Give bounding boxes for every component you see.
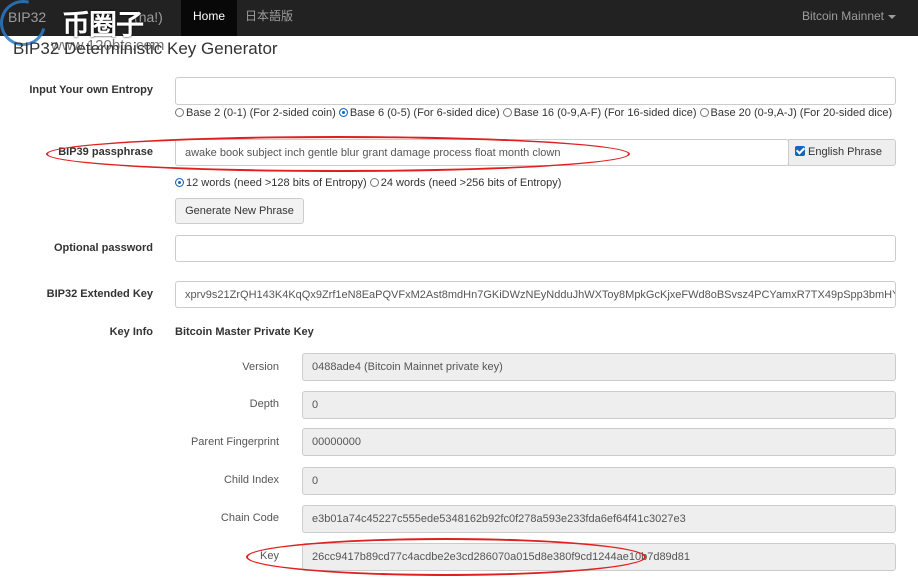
base-2-label: Base 2 (0-1) (For 2-sided coin) <box>186 107 336 119</box>
radio-icon[interactable] <box>175 108 184 117</box>
key-info-label: Key Info <box>109 326 153 338</box>
network-label: Bitcoin Mainnet <box>801 9 884 23</box>
parent-fingerprint-label: Parent Fingerprint <box>190 436 279 448</box>
depth-field[interactable]: 0 <box>302 391 896 419</box>
extended-key-label: BIP32 Extended Key <box>46 288 153 300</box>
navbar: BIP32 (na!) 币圈子 Home 日本語版 Bitcoin Mainne… <box>0 0 918 55</box>
passphrase-input[interactable]: awake book subject inch gentle blur gran… <box>175 139 789 166</box>
generate-phrase-button[interactable]: Generate New Phrase <box>175 198 304 224</box>
key-label: Key <box>260 550 279 562</box>
parent-fingerprint-field[interactable]: 00000000 <box>302 428 896 456</box>
optional-password-input[interactable] <box>175 235 896 262</box>
version-field[interactable]: 0488ade4 (Bitcoin Mainnet private key) <box>302 353 896 381</box>
entropy-label: Input Your own Entropy <box>29 84 153 96</box>
child-index-label: Child Index <box>223 474 279 486</box>
tab-home[interactable]: Home <box>181 0 238 36</box>
child-index-field[interactable]: 0 <box>302 467 896 495</box>
radio-icon[interactable] <box>699 108 709 117</box>
base-16-label: Base 16 (0-9,A-F) (For 16-sided dice) <box>513 107 697 119</box>
english-phrase-label: English Phrase <box>808 146 882 158</box>
entropy-base-options: Base 2 (0-1) (For 2-sided coin) Base 6 (… <box>175 107 892 119</box>
checkbox-checked-icon[interactable] <box>795 146 805 156</box>
radio-selected-icon[interactable] <box>338 108 348 117</box>
chevron-down-icon <box>888 14 896 19</box>
english-phrase-toggle[interactable]: English Phrase <box>788 139 896 166</box>
version-label: Version <box>242 361 279 373</box>
watermark-url: www.120btc.com <box>51 37 165 54</box>
passphrase-label: BIP39 passphrase <box>58 146 153 158</box>
radio-selected-icon[interactable] <box>175 178 184 187</box>
extended-key-input[interactable]: xprv9s21ZrQH143K4KqQx9Zrf1eN8EaPQVFxM2As… <box>175 281 896 308</box>
optional-password-label: Optional password <box>53 242 153 254</box>
tab-japanese[interactable]: 日本語版 <box>233 0 305 36</box>
key-field[interactable]: 26cc9417b89cd77c4acdbe2e3cd286070a015d8e… <box>302 543 896 571</box>
key-info-heading: Bitcoin Master Private Key <box>175 326 314 338</box>
entropy-input[interactable] <box>175 77 896 105</box>
chain-code-label: Chain Code <box>220 512 279 524</box>
radio-icon[interactable] <box>369 178 379 187</box>
24-words-label: 24 words (need >256 bits of Entropy) <box>380 177 562 189</box>
chain-code-field[interactable]: e3b01a74c45227c555ede5348162b92fc0f278a5… <box>302 505 896 533</box>
base-20-option[interactable]: Base 20 (0-9,A-J) (For 20-sided dice) <box>699 107 893 119</box>
page-title: BIP32 Deterministic Key Generator www.12… <box>13 37 278 59</box>
depth-label: Depth <box>249 398 279 410</box>
base-6-label: Base 6 (0-5) (For 6-sided dice) <box>349 107 500 119</box>
base-6-option[interactable]: Base 6 (0-5) (For 6-sided dice) <box>338 107 500 119</box>
word-count-options: 12 words (need >128 bits of Entropy) 24 … <box>175 177 561 189</box>
12-words-label: 12 words (need >128 bits of Entropy) <box>186 177 367 189</box>
base-20-label: Base 20 (0-9,A-J) (For 20-sided dice) <box>710 107 893 119</box>
radio-icon[interactable] <box>502 108 512 117</box>
network-dropdown[interactable]: Bitcoin Mainnet <box>802 0 896 36</box>
base-16-option[interactable]: Base 16 (0-9,A-F) (For 16-sided dice) <box>502 107 697 119</box>
12-words-option[interactable]: 12 words (need >128 bits of Entropy) <box>175 177 367 189</box>
24-words-option[interactable]: 24 words (need >256 bits of Entropy) <box>369 177 562 189</box>
base-2-option[interactable]: Base 2 (0-1) (For 2-sided coin) <box>175 107 336 119</box>
